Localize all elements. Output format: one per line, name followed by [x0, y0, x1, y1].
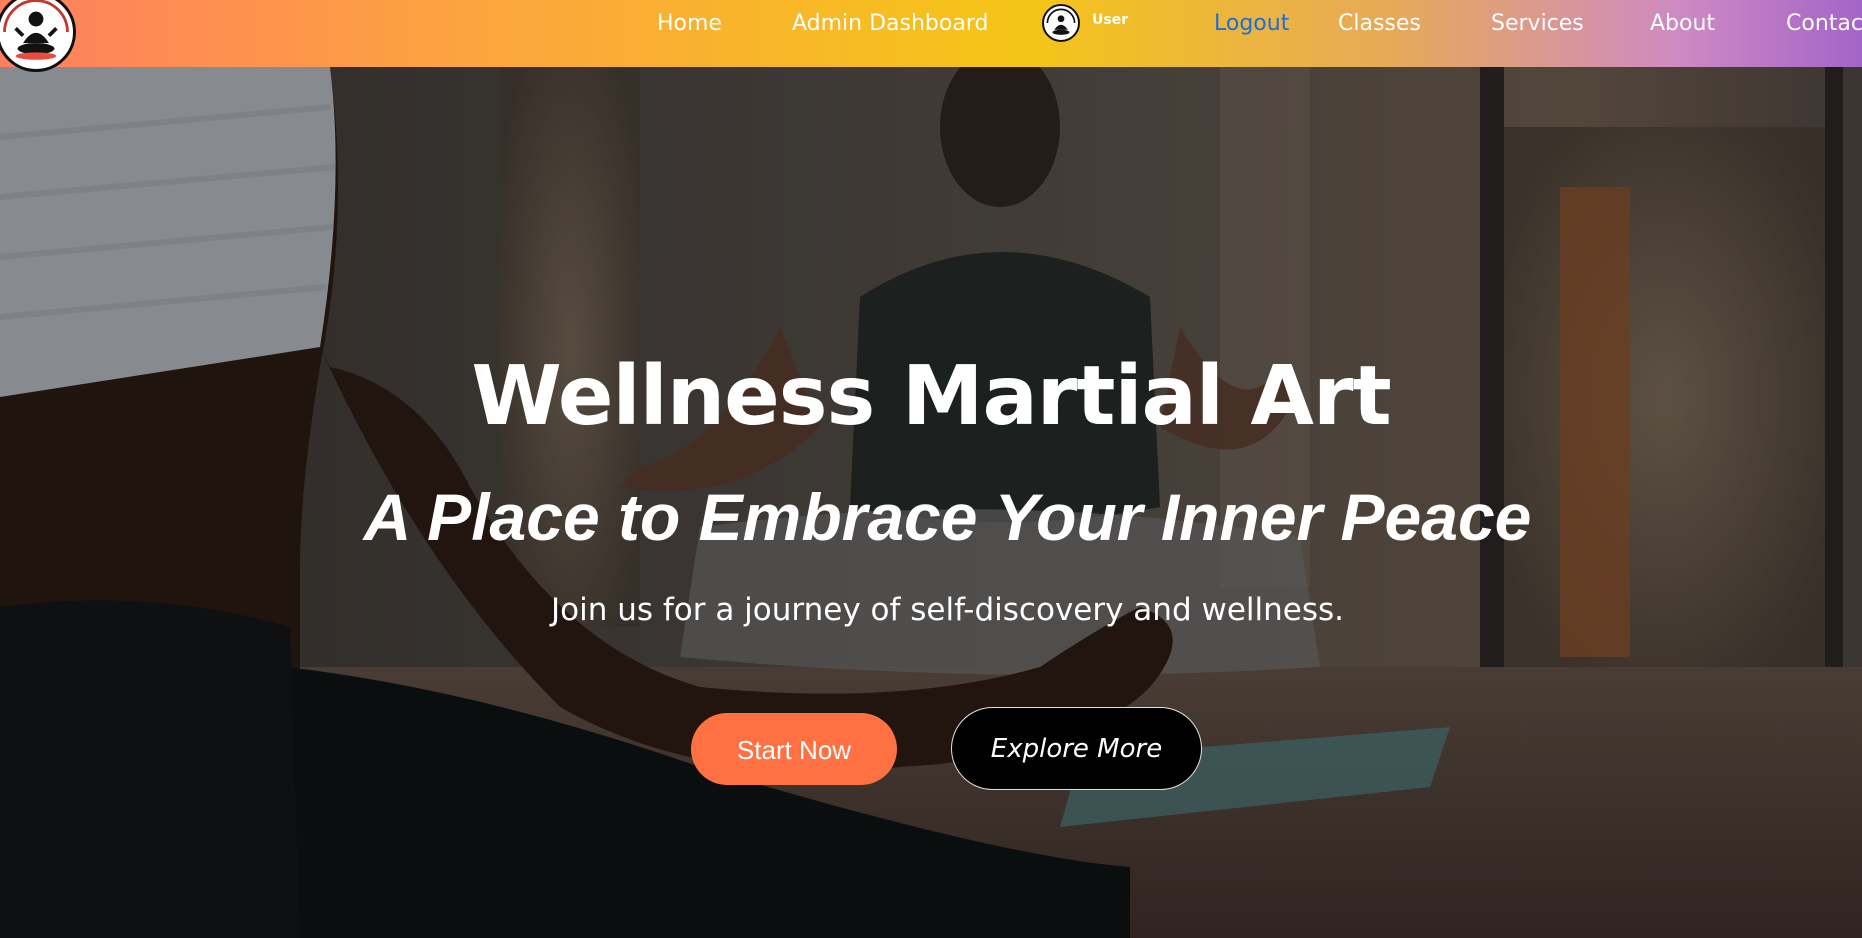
nav-classes-link[interactable]: Classes — [1338, 0, 1421, 47]
hero-section: Wellness Martial Art A Place to Embrace … — [0, 67, 1862, 938]
hero-description: Join us for a journey of self-discovery … — [550, 592, 1345, 628]
page: Home Admin Dashboard User Logout Classes… — [0, 0, 1862, 938]
user-avatar-icon[interactable] — [1042, 4, 1080, 42]
hero-subtitle: A Place to Embrace Your Inner Peace — [363, 480, 1532, 554]
nav-logout-link[interactable]: Logout — [1214, 0, 1289, 47]
navbar: Home Admin Dashboard User Logout Classes… — [0, 0, 1862, 72]
explore-more-button[interactable]: Explore More — [951, 707, 1202, 790]
nav-services-link[interactable]: Services — [1491, 0, 1584, 47]
start-now-button[interactable]: Start Now — [691, 713, 897, 785]
user-label[interactable]: User — [1092, 12, 1128, 28]
hero-title: Wellness Martial Art — [471, 349, 1391, 444]
nav-about-link[interactable]: About — [1650, 0, 1715, 47]
nav-contact-link[interactable]: Contac — [1786, 0, 1862, 47]
nav-admin-dashboard-link[interactable]: Admin Dashboard — [792, 0, 988, 47]
meditation-logo-icon[interactable] — [0, 0, 76, 72]
nav-home-link[interactable]: Home — [657, 0, 722, 47]
